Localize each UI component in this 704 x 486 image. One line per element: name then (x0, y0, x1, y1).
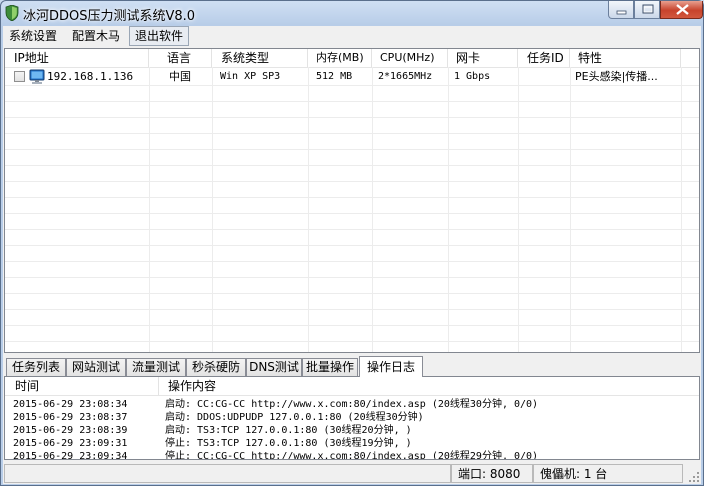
status-panel-empty (4, 464, 451, 483)
log-list[interactable]: 时间 操作内容 2015-06-29 23:08:34 启动: CC:CG-CC … (4, 376, 700, 460)
grid-line (5, 85, 699, 86)
cell-task-id (518, 69, 570, 85)
menu-bar: 系统设置 配置木马 退出软件 (3, 26, 701, 46)
app-window: 冰河DDOS压力测试系统V8.0 系统设置 配置木马 退出软件 IP地址 语言 … (0, 0, 704, 486)
grid-line (5, 261, 699, 262)
log-row[interactable]: 2015-06-29 23:09:34 停止: CC:CG-CC http://w… (5, 450, 699, 460)
col-content[interactable]: 操作内容 (159, 377, 699, 395)
cell-nic: 1 Gbps (454, 71, 491, 82)
grid-line (5, 325, 699, 326)
grid-line (5, 117, 699, 118)
shield-app-icon (5, 5, 19, 21)
log-row[interactable]: 2015-06-29 23:08:37 启动: DDOS:UDPUDP 127.0… (5, 411, 699, 424)
tab-batch-ops[interactable]: 批量操作 (302, 358, 358, 376)
log-content: 停止: CC:CG-CC http://www.x.com:80/index.a… (165, 451, 539, 460)
tab-kill-firewall[interactable]: 秒杀硬防 (186, 358, 246, 376)
log-list-header: 时间 操作内容 (5, 377, 699, 396)
col-filler (681, 49, 699, 67)
log-time: 2015-06-29 23:09:31 (13, 438, 128, 449)
log-time: 2015-06-29 23:08:37 (13, 412, 128, 423)
grid-line (5, 341, 699, 342)
tab-website-test[interactable]: 网站测试 (66, 358, 126, 376)
status-port: 端口: 8080 (451, 464, 533, 483)
grid-line (5, 245, 699, 246)
col-time[interactable]: 时间 (5, 377, 159, 395)
col-os[interactable]: 系统类型 (212, 49, 308, 67)
log-content: 启动: CC:CG-CC http://www.x.com:80/index.a… (165, 399, 539, 410)
log-content: 启动: TS3:TCP 127.0.0.1:80 (30线程20分钟, ) (165, 425, 412, 436)
client-area: 系统设置 配置木马 退出软件 IP地址 语言 系统类型 内存(MB) CPU(M… (3, 26, 701, 484)
grid-line (5, 277, 699, 278)
client-row-checkbox[interactable] (14, 71, 25, 82)
tab-dns-test[interactable]: DNS测试 (246, 358, 302, 376)
log-row[interactable]: 2015-06-29 23:08:39 启动: TS3:TCP 127.0.0.1… (5, 424, 699, 437)
log-time: 2015-06-29 23:08:34 (13, 399, 128, 410)
tab-strip: 任务列表 网站测试 流量测试 秒杀硬防 DNS测试 批量操作 操作日志 (3, 356, 701, 377)
tab-operation-log[interactable]: 操作日志 (359, 356, 423, 377)
cell-ip: 192.168.1.136 (47, 70, 134, 83)
client-list[interactable]: IP地址 语言 系统类型 内存(MB) CPU(MHz) 网卡 任务ID 特性 (4, 48, 700, 353)
grid-line (5, 165, 699, 166)
col-cpu[interactable]: CPU(MHz) (372, 49, 448, 67)
client-list-header: IP地址 语言 系统类型 内存(MB) CPU(MHz) 网卡 任务ID 特性 (5, 49, 699, 68)
close-icon (676, 4, 689, 15)
grid-line (5, 101, 699, 102)
col-task-id[interactable]: 任务ID (518, 49, 570, 67)
log-time: 2015-06-29 23:09:34 (13, 451, 128, 460)
tab-task-list[interactable]: 任务列表 (6, 358, 66, 376)
client-row[interactable]: 192.168.1.136 中国 Win XP SP3 512 MB 2*166… (5, 69, 699, 85)
col-language[interactable]: 语言 (149, 49, 212, 67)
close-button[interactable] (660, 1, 703, 19)
minimize-icon (616, 10, 627, 15)
tab-traffic-test[interactable]: 流量测试 (126, 358, 186, 376)
cell-os: Win XP SP3 (220, 71, 281, 82)
log-row[interactable]: 2015-06-29 23:08:34 启动: CC:CG-CC http://w… (5, 398, 699, 411)
grid-line (5, 293, 699, 294)
grid-line (5, 133, 699, 134)
cell-memory: 512 MB (316, 71, 353, 82)
grid-line (5, 309, 699, 310)
col-memory[interactable]: 内存(MB) (308, 49, 372, 67)
cell-cpu: 2*1665MHz (378, 71, 433, 82)
log-time: 2015-06-29 23:08:39 (13, 425, 128, 436)
minimize-button[interactable] (608, 1, 634, 19)
col-ip[interactable]: IP地址 (5, 49, 149, 67)
title-bar[interactable]: 冰河DDOS压力测试系统V8.0 (1, 1, 703, 25)
maximize-button[interactable] (634, 1, 660, 19)
resize-grip-icon[interactable] (689, 472, 699, 482)
col-nic[interactable]: 网卡 (448, 49, 518, 67)
menu-configure-trojan[interactable]: 配置木马 (67, 26, 125, 46)
grid-line (5, 197, 699, 198)
maximize-icon (642, 4, 654, 14)
cell-features: PE头感染|传播... (575, 70, 658, 83)
status-bots: 傀儡机: 1 台 (533, 464, 683, 483)
col-features[interactable]: 特性 (570, 49, 681, 67)
log-row[interactable]: 2015-06-29 23:09:31 停止: TS3:TCP 127.0.0.1… (5, 437, 699, 450)
menu-system-settings[interactable]: 系统设置 (4, 26, 62, 46)
grid-line (5, 181, 699, 182)
log-content: 启动: DDOS:UDPUDP 127.0.0.1:80 (20线程30分钟) (165, 412, 424, 423)
window-title: 冰河DDOS压力测试系统V8.0 (23, 9, 196, 24)
status-bar: 端口: 8080 傀儡机: 1 台 (3, 463, 701, 484)
cell-language: 中国 (169, 70, 191, 83)
log-content: 停止: TS3:TCP 127.0.0.1:80 (30线程19分钟, ) (165, 438, 412, 449)
menu-exit[interactable]: 退出软件 (129, 26, 190, 46)
grid-line (5, 229, 699, 230)
grid-line (5, 213, 699, 214)
grid-line (5, 149, 699, 150)
